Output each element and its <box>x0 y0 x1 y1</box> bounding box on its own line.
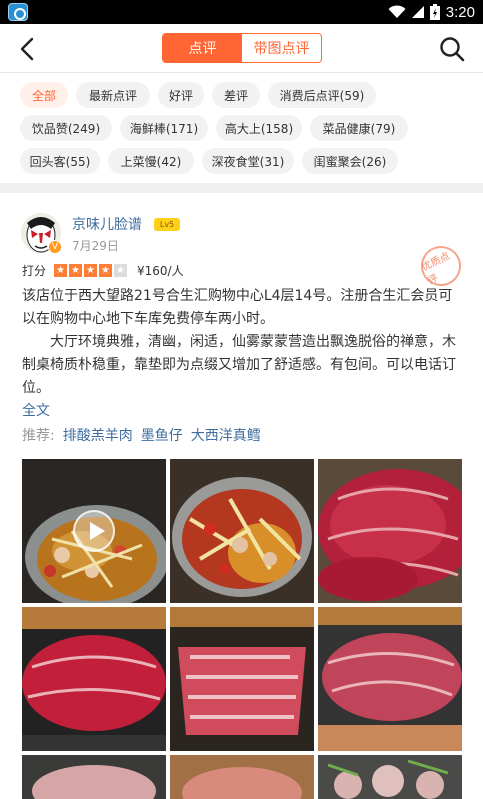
star-rating: ★ ★ ★ ★ ★ <box>54 263 128 277</box>
review-photo[interactable] <box>170 607 314 751</box>
back-arrow-icon[interactable] <box>14 34 44 64</box>
star-filled-icon: ★ <box>84 263 98 277</box>
recommended-dish[interactable]: 大西洋真鳕 <box>191 425 261 445</box>
score-label: 打分 <box>22 263 47 278</box>
section-divider <box>0 183 483 193</box>
recommended-dish[interactable]: 墨鱼仔 <box>141 425 183 445</box>
verified-badge: V <box>48 240 62 254</box>
play-video-icon[interactable] <box>73 510 115 552</box>
review-text: 该店位于西大望路21号合生汇购物中心L4层14号。注册合生汇会员可以在购物中心地… <box>22 285 465 400</box>
star-filled-icon: ★ <box>69 263 83 277</box>
review-tag-filters: 全部 最新点评 好评 差评 消费后点评(59) 饮品赞(249) 海鲜棒(171… <box>0 73 483 183</box>
tab-reviews[interactable]: 点评 <box>163 34 242 62</box>
recommended-dish[interactable]: 排酸羔羊肉 <box>63 425 133 445</box>
recommended-dishes: 推荐: 排酸羔羊肉 墨鱼仔 大西洋真鳕 <box>22 425 261 445</box>
review-photo[interactable] <box>170 755 314 799</box>
expand-full-text-link[interactable]: 全文 <box>22 400 50 420</box>
status-time: 3:20 <box>445 3 475 21</box>
tag-late-night[interactable]: 深夜食堂(31) <box>202 148 294 174</box>
tag-negative[interactable]: 差评 <box>212 82 260 108</box>
review-photo[interactable] <box>22 755 166 799</box>
star-filled-icon: ★ <box>99 263 113 277</box>
tag-seafood[interactable]: 海鲜棒(171) <box>120 115 208 141</box>
tag-positive[interactable]: 好评 <box>158 82 204 108</box>
top-nav-bar: 点评 带图点评 <box>0 24 483 73</box>
review-photo[interactable] <box>318 459 462 603</box>
battery-icon <box>429 4 440 20</box>
status-bar: 3:20 <box>0 0 483 24</box>
tag-upscale[interactable]: 高大上(158) <box>216 115 302 141</box>
tag-latest[interactable]: 最新点评 <box>76 82 150 108</box>
review-date: 7月29日 <box>72 239 119 253</box>
star-filled-icon: ★ <box>54 263 68 277</box>
rating-row: 打分 ★ ★ ★ ★ ★ ¥160/人 <box>22 261 184 279</box>
tag-all[interactable]: 全部 <box>20 82 68 108</box>
user-level-badge: Lv5 <box>154 218 180 231</box>
star-empty-icon: ★ <box>114 263 128 277</box>
wifi-icon <box>388 5 406 18</box>
tag-healthy[interactable]: 菜品健康(79) <box>310 115 408 141</box>
tag-drinks[interactable]: 饮品赞(249) <box>20 115 112 141</box>
review-photo[interactable] <box>170 459 314 603</box>
review-photo-video[interactable] <box>22 459 166 603</box>
review-paragraph-2: 大厅环境典雅，清幽，闲适，仙雾蒙蒙营造出飘逸脱俗的禅意，木制桌椅质朴稳重，靠垫即… <box>22 334 456 396</box>
review-photo[interactable] <box>22 607 166 751</box>
tag-after-consumption[interactable]: 消费后点评(59) <box>268 82 376 108</box>
review-paragraph-1: 该店位于西大望路21号合生汇购物中心L4层14号。注册合生汇会员可以在购物中心地… <box>22 288 453 327</box>
search-icon[interactable] <box>437 34 467 64</box>
recommend-label: 推荐: <box>22 428 55 444</box>
reviewer-name[interactable]: 京味儿脸谱 <box>72 214 142 234</box>
review-photo[interactable] <box>318 607 462 751</box>
signal-icon <box>411 6 424 18</box>
tag-girlfriends[interactable]: 闺蜜聚会(26) <box>302 148 398 174</box>
tag-slow-serving[interactable]: 上菜慢(42) <box>108 148 194 174</box>
review-photo[interactable] <box>318 755 462 799</box>
app-notification-icon <box>8 3 28 21</box>
review-type-switch: 点评 带图点评 <box>162 33 322 63</box>
tab-photo-reviews[interactable]: 带图点评 <box>242 34 321 62</box>
price-per-person: ¥160/人 <box>137 263 184 278</box>
tag-returning[interactable]: 回头客(55) <box>20 148 100 174</box>
